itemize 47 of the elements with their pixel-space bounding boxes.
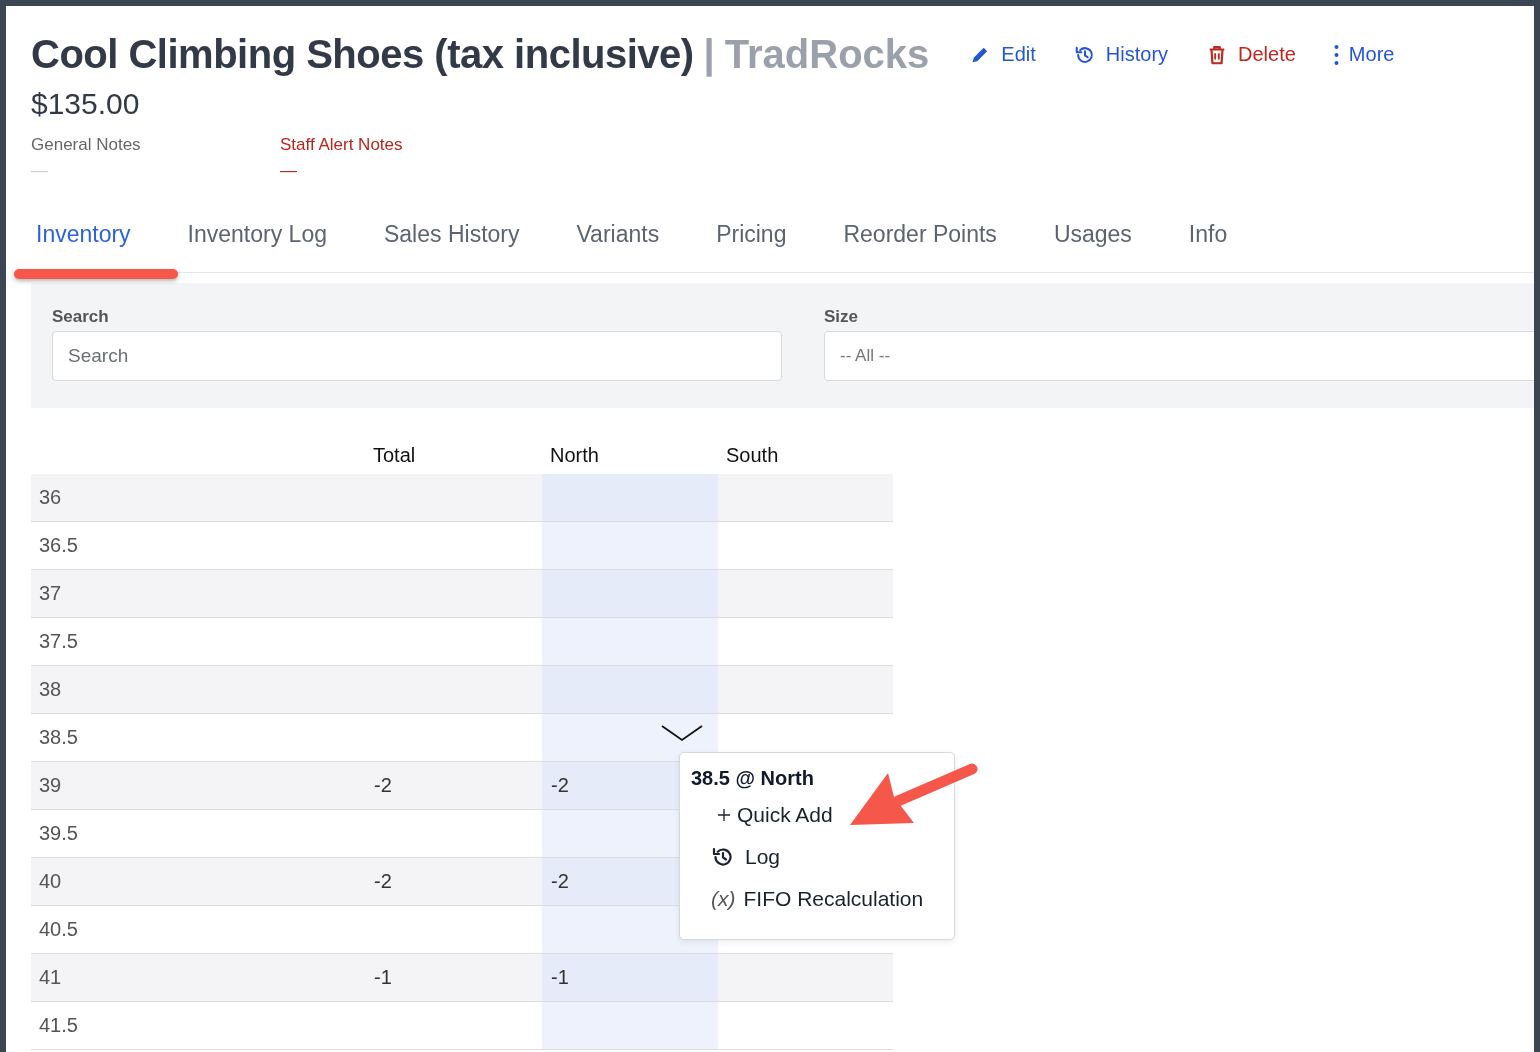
product-title: Cool Climbing Shoes (tax inclusive) bbox=[31, 32, 694, 77]
table-cell: -1 bbox=[542, 954, 718, 1001]
column-header: South bbox=[725, 442, 780, 468]
tab[interactable]: Reorder Points bbox=[843, 221, 997, 248]
price: $135.00 bbox=[31, 87, 141, 121]
tab[interactable]: Variants bbox=[576, 221, 660, 248]
notes-label: Staff Alert Notes bbox=[280, 135, 403, 155]
size-cell-text: 37.5 bbox=[38, 629, 79, 654]
delete-button[interactable]: Delete bbox=[1206, 43, 1296, 66]
notes-value: — bbox=[31, 161, 48, 181]
tab[interactable]: Usages bbox=[1053, 221, 1132, 248]
title-separator: | bbox=[703, 32, 715, 77]
size-cell-text: 38 bbox=[38, 677, 63, 702]
tab[interactable]: Info bbox=[1188, 221, 1228, 248]
history-icon bbox=[711, 845, 735, 869]
size-cell-text: 41 bbox=[38, 965, 63, 990]
size-cell-text: 40.5 bbox=[38, 917, 79, 942]
search-label: Search bbox=[52, 307, 109, 327]
search-field[interactable]: Search bbox=[52, 331, 782, 381]
size-dropdown[interactable]: -- All -- bbox=[824, 331, 1534, 381]
history-button[interactable]: History bbox=[1073, 43, 1169, 66]
tab[interactable]: Pricing bbox=[716, 221, 787, 248]
table-cell-text: -2 bbox=[373, 773, 393, 798]
store-name: TradRocks bbox=[724, 32, 930, 77]
notes-label: General Notes bbox=[31, 135, 141, 155]
size-cell-text: 39.5 bbox=[38, 821, 79, 846]
edit-button[interactable]: Edit bbox=[969, 43, 1036, 66]
table-cell-text: -2 bbox=[373, 869, 393, 894]
tab[interactable]: Sales History bbox=[384, 221, 520, 248]
size-label: Size bbox=[824, 307, 859, 327]
plus-icon bbox=[715, 806, 733, 824]
column-header: North bbox=[549, 442, 600, 468]
size-cell-text: 40 bbox=[38, 869, 63, 894]
size-cell-text: 38.5 bbox=[38, 725, 79, 750]
chevron-icon bbox=[660, 724, 704, 742]
size-cell-text: 36.5 bbox=[38, 533, 79, 558]
size-cell-text: 36 bbox=[38, 485, 63, 510]
more-button[interactable]: More bbox=[1333, 43, 1395, 66]
table-cell-text: -1 bbox=[373, 965, 393, 990]
notes-value: — bbox=[280, 161, 297, 181]
size-cell-text: 37 bbox=[38, 581, 63, 606]
column-header: Total bbox=[372, 442, 417, 468]
tab[interactable]: Inventory bbox=[36, 221, 131, 248]
size-cell-text: 41.5 bbox=[38, 1013, 79, 1038]
tab[interactable]: Inventory Log bbox=[187, 221, 327, 248]
more-icon bbox=[1333, 43, 1339, 66]
size-cell-text: 39 bbox=[38, 773, 63, 798]
